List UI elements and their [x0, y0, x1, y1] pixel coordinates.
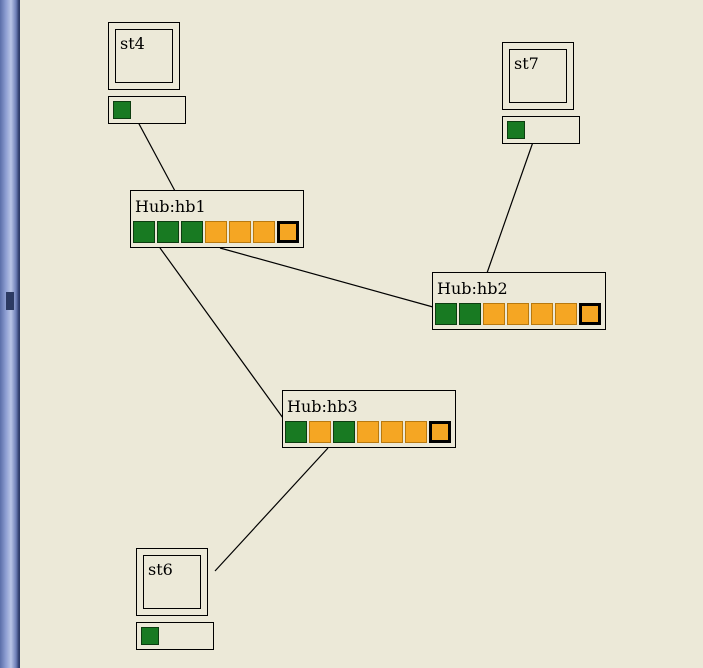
- hub-port-free[interactable]: [507, 303, 529, 325]
- station-label: st7: [514, 54, 539, 73]
- nic-port-connected[interactable]: [113, 101, 131, 119]
- hub-port-used[interactable]: [333, 421, 355, 443]
- hub-port-free[interactable]: [555, 303, 577, 325]
- link-st4-hb1[interactable]: [137, 121, 176, 192]
- hub-ports: [435, 303, 603, 325]
- screen: st4: [115, 29, 173, 83]
- station-st6[interactable]: st6: [136, 548, 214, 652]
- hub-port-used[interactable]: [181, 221, 203, 243]
- network-canvas[interactable]: st4 st7 st6 Hub:hb1 Hub:hb2 Hub:hb3: [20, 0, 703, 668]
- hub-port-used[interactable]: [157, 221, 179, 243]
- hub-port-free[interactable]: [381, 421, 403, 443]
- hub-label: Hub:hb2: [437, 279, 508, 298]
- link-hb3-st6[interactable]: [214, 447, 329, 572]
- monitor-icon: st6: [136, 548, 208, 616]
- splitter-grip[interactable]: [6, 292, 14, 310]
- hub-hb3[interactable]: Hub:hb3: [282, 390, 456, 448]
- hub-port-used[interactable]: [133, 221, 155, 243]
- hub-port-free[interactable]: [229, 221, 251, 243]
- nic-port-connected[interactable]: [141, 627, 159, 645]
- screen: st6: [143, 555, 201, 609]
- hub-hb2[interactable]: Hub:hb2: [432, 272, 606, 330]
- nic-panel: [136, 622, 214, 650]
- hub-ports: [285, 421, 453, 443]
- nic-panel: [108, 96, 186, 124]
- hub-port-free[interactable]: [405, 421, 427, 443]
- hub-label: Hub:hb3: [287, 397, 358, 416]
- hub-port-free[interactable]: [357, 421, 379, 443]
- station-label: st6: [148, 560, 173, 579]
- nic-port-connected[interactable]: [507, 121, 525, 139]
- station-label: st4: [120, 34, 145, 53]
- monitor-icon: st7: [502, 42, 574, 110]
- link-hb1-hb3[interactable]: [159, 247, 284, 419]
- left-splitter-bar[interactable]: [0, 0, 20, 668]
- hub-port-free[interactable]: [531, 303, 553, 325]
- hub-port-used[interactable]: [459, 303, 481, 325]
- hub-port-selected[interactable]: [277, 221, 299, 243]
- station-st4[interactable]: st4: [108, 22, 186, 126]
- link-hb1-hb2[interactable]: [219, 247, 434, 308]
- hub-label: Hub:hb1: [135, 197, 206, 216]
- screen: st7: [509, 49, 567, 103]
- hub-port-free[interactable]: [205, 221, 227, 243]
- hub-port-free[interactable]: [253, 221, 275, 243]
- station-st7[interactable]: st7: [502, 42, 580, 146]
- hub-port-selected[interactable]: [579, 303, 601, 325]
- hub-port-used[interactable]: [285, 421, 307, 443]
- hub-ports: [133, 221, 301, 243]
- hub-hb1[interactable]: Hub:hb1: [130, 190, 304, 248]
- monitor-icon: st4: [108, 22, 180, 90]
- hub-port-free[interactable]: [483, 303, 505, 325]
- nic-panel: [502, 116, 580, 144]
- hub-port-free[interactable]: [309, 421, 331, 443]
- link-st7-hb2[interactable]: [486, 141, 534, 274]
- hub-port-selected[interactable]: [429, 421, 451, 443]
- hub-port-used[interactable]: [435, 303, 457, 325]
